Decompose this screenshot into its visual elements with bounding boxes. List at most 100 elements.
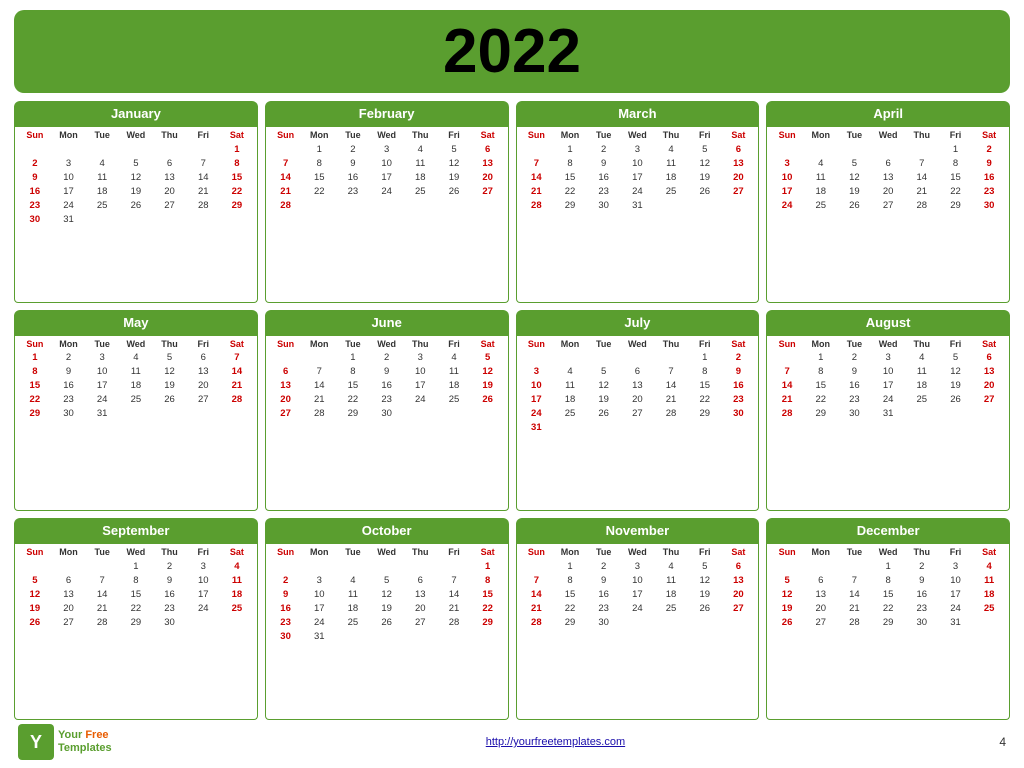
day-header-sat: Sat [220,129,254,141]
day-empty [471,407,505,421]
day-header-tue: Tue [587,338,621,350]
day-empty [85,559,119,573]
day-27: 27 [403,615,437,629]
month-header-october: October [265,518,509,544]
month-header-june: June [265,310,509,336]
day-28: 28 [186,198,220,212]
day-8: 8 [471,573,505,587]
day-header-sun: Sun [269,129,303,141]
day-empty [688,615,722,629]
day-empty [336,559,370,573]
day-29: 29 [18,407,52,421]
day-17: 17 [939,587,973,601]
day-empty [403,407,437,421]
day-31: 31 [621,198,655,212]
day-23: 23 [722,393,756,407]
day-19: 19 [939,379,973,393]
day-15: 15 [871,587,905,601]
day-header-mon: Mon [804,546,838,558]
day-5: 5 [939,351,973,365]
day-header-mon: Mon [553,546,587,558]
footer-url[interactable]: http://yourfreetemplates.com [486,736,625,748]
day-4: 4 [220,559,254,573]
month-name: November [606,523,670,538]
month-body: SunMonTueWedThuFriSat1234567891011121314… [766,336,1010,512]
day-empty [688,421,722,435]
day-7: 7 [654,365,688,379]
day-10: 10 [520,379,554,393]
day-header-tue: Tue [336,546,370,558]
month-block-february: FebruarySunMonTueWedThuFriSat12345678910… [265,101,509,303]
day-header-sun: Sun [18,129,52,141]
day-header-tue: Tue [587,546,621,558]
day-empty [119,407,153,421]
month-block-january: JanuarySunMonTueWedThuFriSat123456789101… [14,101,258,303]
month-name: July [624,315,650,330]
day-header-sun: Sun [770,338,804,350]
day-header-thu: Thu [403,338,437,350]
day-24: 24 [621,601,655,615]
day-2: 2 [153,559,187,573]
day-19: 19 [370,601,404,615]
day-31: 31 [302,629,336,643]
day-20: 20 [804,601,838,615]
day-31: 31 [85,407,119,421]
day-empty [654,615,688,629]
day-empty [52,142,86,156]
day-header-sun: Sun [269,546,303,558]
month-body: SunMonTueWedThuFriSat1234567891011121314… [14,336,258,512]
day-6: 6 [722,559,756,573]
day-empty [437,198,471,212]
day-3: 3 [939,559,973,573]
day-13: 13 [972,365,1006,379]
day-header-sun: Sun [18,338,52,350]
day-header-mon: Mon [553,338,587,350]
day-empty [722,198,756,212]
day-16: 16 [52,379,86,393]
logo-text: Your Free Templates [58,729,112,755]
day-4: 4 [119,351,153,365]
day-27: 27 [269,407,303,421]
day-header-fri: Fri [688,338,722,350]
day-22: 22 [553,184,587,198]
day-14: 14 [654,379,688,393]
month-header-september: September [14,518,258,544]
day-30: 30 [587,615,621,629]
day-16: 16 [153,587,187,601]
day-23: 23 [153,601,187,615]
day-16: 16 [370,379,404,393]
day-empty [153,142,187,156]
day-24: 24 [621,184,655,198]
day-20: 20 [621,393,655,407]
day-empty [838,559,872,573]
day-29: 29 [688,407,722,421]
day-header-sun: Sun [770,129,804,141]
day-empty [804,142,838,156]
day-16: 16 [722,379,756,393]
day-11: 11 [905,365,939,379]
day-17: 17 [85,379,119,393]
day-11: 11 [336,587,370,601]
day-9: 9 [972,156,1006,170]
day-empty [654,421,688,435]
day-12: 12 [18,587,52,601]
day-25: 25 [403,184,437,198]
day-1: 1 [804,351,838,365]
page: 20 22 JanuarySunMonTueWedThuFriSat1234567… [0,0,1024,768]
day-20: 20 [403,601,437,615]
day-empty [186,142,220,156]
day-27: 27 [186,393,220,407]
day-24: 24 [302,615,336,629]
month-body: SunMonTueWedThuFriSat1234567891011121314… [766,127,1010,303]
day-19: 19 [18,601,52,615]
day-15: 15 [688,379,722,393]
day-15: 15 [471,587,505,601]
day-13: 13 [722,573,756,587]
day-24: 24 [871,393,905,407]
day-26: 26 [437,184,471,198]
day-header-sat: Sat [972,338,1006,350]
day-11: 11 [85,170,119,184]
day-23: 23 [905,601,939,615]
day-header-wed: Wed [370,129,404,141]
day-30: 30 [269,629,303,643]
